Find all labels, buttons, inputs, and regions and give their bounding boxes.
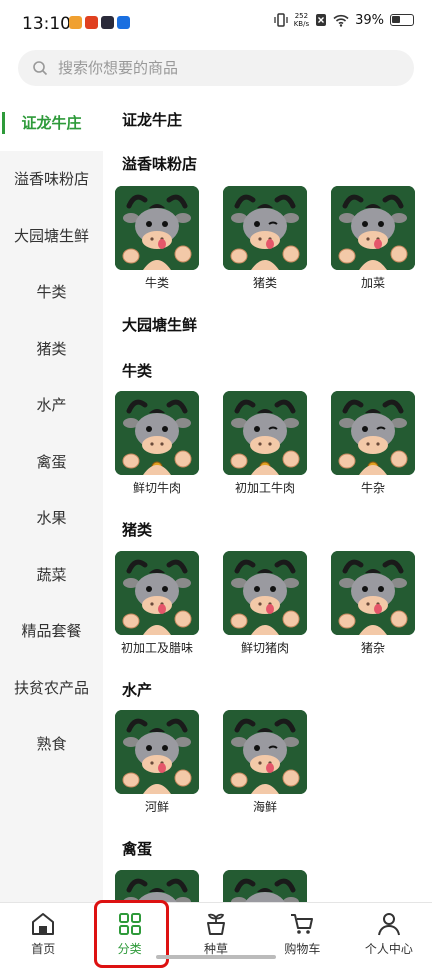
vibrate-icon bbox=[274, 13, 288, 27]
section-title: 禽蛋 bbox=[122, 840, 153, 858]
sidebar-item-vegetables[interactable]: 蔬菜 bbox=[0, 546, 103, 603]
cow-mascot-image bbox=[115, 391, 199, 475]
notification-icons bbox=[69, 16, 130, 29]
cow-mascot-image bbox=[223, 870, 307, 902]
product-tile[interactable]: 海鲜 bbox=[216, 710, 314, 815]
cow-mascot-image bbox=[223, 391, 307, 475]
category-icon bbox=[118, 913, 141, 935]
sidebar-item-yixiang[interactable]: 溢香味粉店 bbox=[0, 151, 103, 208]
cow-mascot-image bbox=[115, 551, 199, 635]
cow-mascot-image bbox=[223, 551, 307, 635]
search-bar[interactable] bbox=[18, 50, 414, 86]
tab-profile[interactable]: 个人中心 bbox=[346, 903, 432, 964]
product-tile[interactable] bbox=[216, 870, 314, 902]
product-tile[interactable]: 鲜切牛肉 bbox=[108, 391, 206, 496]
network-speed: 252 KB/s bbox=[293, 12, 310, 28]
product-tile[interactable]: 河鲜 bbox=[108, 710, 206, 815]
cow-mascot-image bbox=[331, 391, 415, 475]
sidebar-item-poverty-relief[interactable]: 扶贫农产品 bbox=[0, 659, 103, 716]
product-tile[interactable]: 鲜切猪肉 bbox=[216, 551, 314, 656]
battery-percent: 39% bbox=[355, 12, 384, 28]
product-tile[interactable] bbox=[108, 870, 206, 902]
product-tile[interactable]: 猪杂 bbox=[324, 551, 422, 656]
person-icon bbox=[377, 913, 400, 936]
search-icon bbox=[33, 61, 48, 76]
cow-mascot-image bbox=[223, 710, 307, 794]
cow-mascot-image bbox=[115, 870, 199, 902]
status-bar: 13:10 252 KB/s 39% bbox=[0, 0, 432, 50]
home-indicator[interactable] bbox=[156, 955, 276, 959]
section-title: 溢香味粉店 bbox=[122, 155, 198, 173]
status-right: 252 KB/s 39% bbox=[274, 12, 414, 28]
sidebar-item-dayuantang[interactable]: 大园塘生鲜 bbox=[0, 207, 103, 264]
home-icon bbox=[32, 913, 55, 935]
section-title: 猪类 bbox=[122, 521, 153, 539]
cow-mascot-image bbox=[223, 186, 307, 270]
category-sidebar: 证龙牛庄 溢香味粉店 大园塘生鲜 牛类 猪类 水产 禽蛋 水果 蔬菜 精品套餐 … bbox=[0, 94, 103, 902]
sidebar-item-seafood[interactable]: 水产 bbox=[0, 377, 103, 434]
section-title: 牛类 bbox=[122, 362, 153, 380]
cow-mascot-image bbox=[115, 186, 199, 270]
status-time: 13:10 bbox=[22, 14, 71, 34]
sidebar-item-premium-sets[interactable]: 精品套餐 bbox=[0, 603, 103, 660]
product-tile[interactable]: 牛类 bbox=[108, 186, 206, 291]
cow-mascot-image bbox=[331, 186, 415, 270]
section-title: 大园塘生鲜 bbox=[122, 316, 198, 334]
plant-pot-icon bbox=[207, 913, 226, 935]
sidebar-item-cooked-food[interactable]: 熟食 bbox=[0, 716, 103, 773]
no-sim-icon bbox=[316, 14, 327, 26]
cow-mascot-image bbox=[331, 551, 415, 635]
cart-icon bbox=[291, 914, 314, 934]
product-content: 证龙牛庄 溢香味粉店 牛类 猪类 加菜 大园塘生鲜 牛类 鲜切牛肉 初加工牛肉 … bbox=[103, 94, 432, 902]
sidebar-item-beef[interactable]: 牛类 bbox=[0, 264, 103, 321]
product-tile[interactable]: 牛杂 bbox=[324, 391, 422, 496]
section-title: 证龙牛庄 bbox=[122, 111, 183, 129]
sidebar-item-poultry-eggs[interactable]: 禽蛋 bbox=[0, 433, 103, 490]
product-tile[interactable]: 加菜 bbox=[324, 186, 422, 291]
section-title: 水产 bbox=[122, 681, 153, 699]
cow-mascot-image bbox=[115, 710, 199, 794]
tab-home[interactable]: 首页 bbox=[0, 903, 86, 964]
sidebar-item-fruit[interactable]: 水果 bbox=[0, 490, 103, 547]
product-tile[interactable]: 猪类 bbox=[216, 186, 314, 291]
product-tile[interactable]: 初加工牛肉 bbox=[216, 391, 314, 496]
battery-icon bbox=[390, 14, 414, 26]
product-tile[interactable]: 初加工及腊味 bbox=[108, 551, 206, 656]
search-input[interactable] bbox=[58, 59, 378, 77]
sidebar-item-pork[interactable]: 猪类 bbox=[0, 320, 103, 377]
sidebar-item-zhenglong[interactable]: 证龙牛庄 bbox=[0, 94, 103, 151]
wifi-icon bbox=[333, 14, 349, 27]
